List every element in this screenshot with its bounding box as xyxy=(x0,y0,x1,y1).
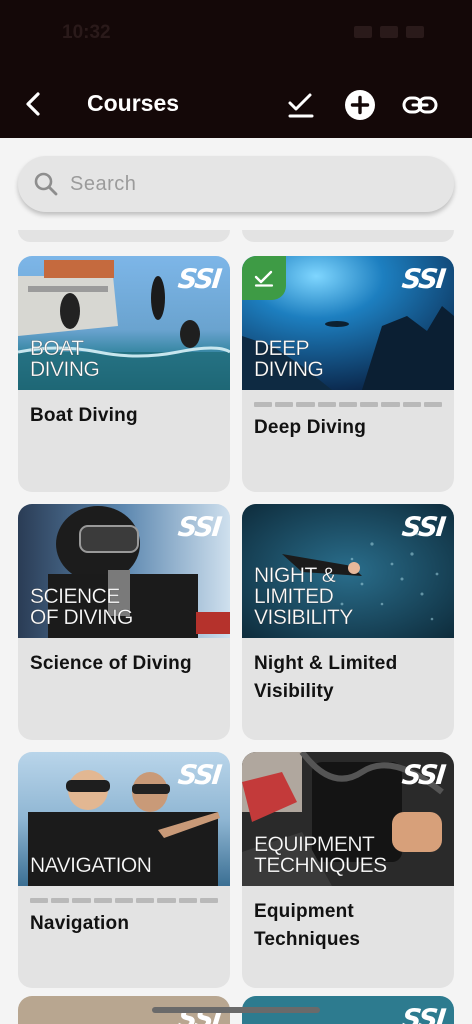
course-card-partial[interactable] xyxy=(242,230,454,242)
course-image-title: DEEP DIVING xyxy=(254,337,324,381)
page-title: Courses xyxy=(87,90,180,116)
back-chevron-icon[interactable] xyxy=(20,90,48,118)
course-image-title: BOAT DIVING xyxy=(30,337,100,381)
signal-icon xyxy=(354,26,372,38)
course-label: Deep Diving xyxy=(254,417,366,438)
course-image: SSI DEEP DIVING xyxy=(242,256,454,390)
course-image-title: SCIENCE OF DIVING xyxy=(30,585,134,629)
check-icon xyxy=(254,270,274,287)
status-icons xyxy=(354,26,424,38)
progress-bar xyxy=(254,402,442,407)
wifi-icon xyxy=(380,26,398,38)
course-label: Boat Diving xyxy=(30,405,138,426)
course-label: Night & Limited Visibility xyxy=(254,653,398,702)
course-label: Science of Diving xyxy=(30,653,192,674)
course-card-navigation[interactable]: SSI NAVIGATION Navigation xyxy=(18,752,230,988)
course-image: SSI NIGHT & LIMITED VISIBILITY xyxy=(242,504,454,638)
ssi-logo: SSI xyxy=(400,512,446,543)
course-image-title: NAVIGATION xyxy=(30,854,153,877)
ssi-logo: SSI xyxy=(176,512,222,543)
ssi-logo: SSI xyxy=(176,264,222,295)
battery-icon xyxy=(406,26,424,38)
add-circle-icon[interactable] xyxy=(344,89,376,121)
search-icon xyxy=(34,172,58,196)
search-input[interactable]: Search xyxy=(70,173,136,196)
link-icon[interactable] xyxy=(402,91,438,119)
course-image: SSI EQUIPMENT TECHNIQUES xyxy=(242,752,454,886)
course-image: SSI SCIENCE OF DIVING xyxy=(18,504,230,638)
completed-badge xyxy=(242,256,286,300)
course-image-title: NIGHT & LIMITED VISIBILITY xyxy=(254,564,354,629)
nav-bar: Courses xyxy=(0,70,472,138)
course-list: SSI BOAT DIVING Boat Diving SSI DEEP DIV… xyxy=(0,138,472,1024)
ssi-logo: SSI xyxy=(400,760,446,791)
ssi-logo: SSI xyxy=(400,264,446,295)
course-card-equipment-techniques[interactable]: SSI EQUIPMENT TECHNIQUES Equipment Techn… xyxy=(242,752,454,988)
course-card-partial[interactable] xyxy=(18,230,230,242)
course-card-deep-diving[interactable]: SSI DEEP DIVING Deep Diving xyxy=(242,256,454,492)
progress-bar xyxy=(30,898,218,903)
course-card-boat-diving[interactable]: SSI BOAT DIVING Boat Diving xyxy=(18,256,230,492)
course-label: Equipment Techniques xyxy=(254,901,361,950)
home-indicator[interactable] xyxy=(152,1007,320,1013)
mark-complete-check-icon[interactable] xyxy=(286,90,316,120)
ssi-logo: SSI xyxy=(176,760,222,791)
search-bar[interactable]: Search xyxy=(18,156,454,212)
course-card-night-limited-visibility[interactable]: SSI NIGHT & LIMITED VISIBILITY Night & L… xyxy=(242,504,454,740)
course-card-science-of-diving[interactable]: SSI SCIENCE OF DIVING Science of Diving xyxy=(18,504,230,740)
ssi-logo: SSI xyxy=(400,1004,446,1024)
course-image: SSI NAVIGATION xyxy=(18,752,230,886)
status-time: 10:32 xyxy=(62,22,111,43)
course-label: Navigation xyxy=(30,913,130,934)
status-bar: 10:32 xyxy=(0,0,472,70)
course-image: SSI BOAT DIVING xyxy=(18,256,230,390)
course-image-title: EQUIPMENT TECHNIQUES xyxy=(254,833,388,877)
